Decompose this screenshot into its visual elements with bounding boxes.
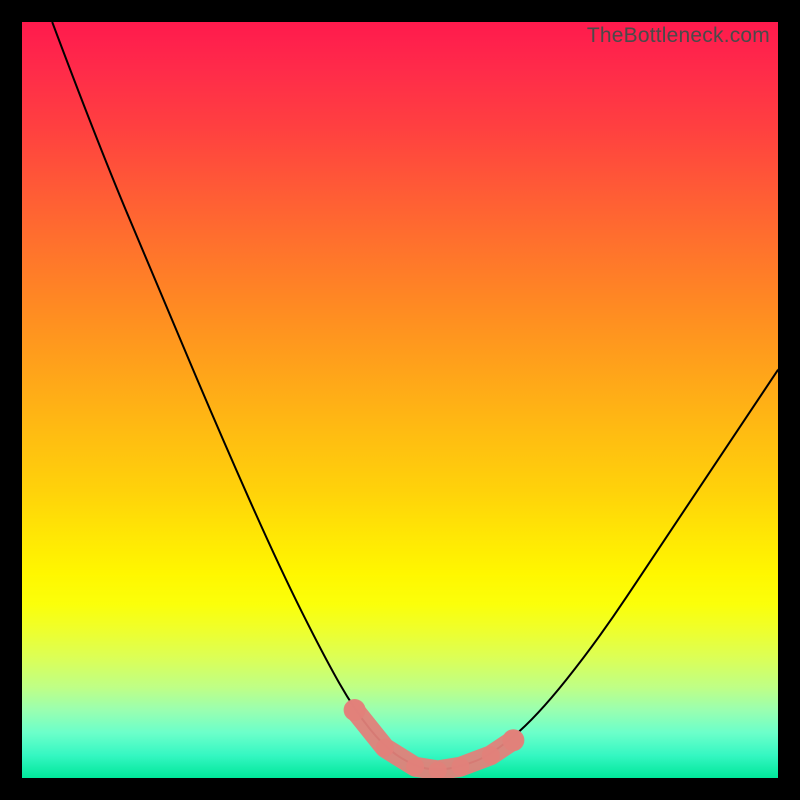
bottleneck-marker-dot	[502, 729, 524, 751]
chart-frame: TheBottleneck.com	[0, 0, 800, 800]
watermark-text: TheBottleneck.com	[587, 24, 770, 48]
bottleneck-marker-dot	[344, 699, 366, 721]
bottleneck-marker-dot	[452, 758, 470, 776]
bottleneck-marker-dot	[406, 758, 424, 776]
plot-area: TheBottleneck.com	[22, 22, 778, 778]
bottleneck-markers-group	[344, 699, 525, 778]
chart-svg	[22, 22, 778, 778]
bottleneck-marker-dot	[482, 746, 500, 764]
bottleneck-curve-line	[52, 22, 778, 769]
bottleneck-marker-dot	[376, 739, 394, 757]
curve-group	[52, 22, 778, 769]
